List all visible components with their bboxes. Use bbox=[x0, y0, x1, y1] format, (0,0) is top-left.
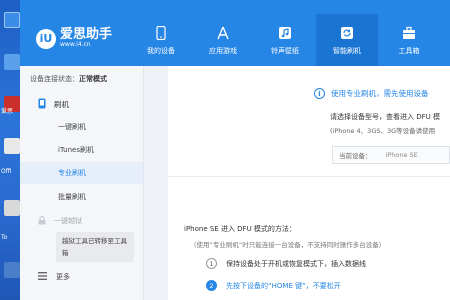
toolbox-icon bbox=[402, 26, 416, 40]
content-gutter bbox=[144, 66, 168, 300]
notice-text: 使用专业刷机，需先使用设备 bbox=[331, 89, 429, 98]
refresh-icon bbox=[340, 26, 354, 40]
sidebar-item-label: 一键刷机 bbox=[58, 123, 86, 131]
dfu-guide-title: iPhone SE 进入 DFU 模式的方法： bbox=[184, 225, 296, 233]
sidebar: 设备连接状态：正常模式 刷机 一键刷机 iTunes刷机 专业刷机 批量刷机 一… bbox=[20, 66, 144, 300]
desktop-app-icon[interactable] bbox=[4, 138, 20, 154]
logo-icon: iU bbox=[36, 28, 56, 49]
lock-icon bbox=[38, 215, 46, 227]
divider bbox=[168, 176, 450, 177]
sidebar-group-flash[interactable]: 刷机 bbox=[38, 98, 69, 111]
desktop-app-icon[interactable] bbox=[4, 12, 20, 28]
device-label: 当前设备： bbox=[339, 152, 372, 160]
nav-label: 工具箱 bbox=[398, 47, 420, 55]
step-text: 保持设备处于开机或恢复模式下，插入数据线 bbox=[226, 259, 366, 268]
nav-label: 铃声壁纸 bbox=[271, 47, 299, 55]
menu-icon bbox=[38, 272, 47, 282]
sidebar-item-pro-flash[interactable]: 专业刷机 bbox=[20, 162, 143, 184]
nav-label: 智能刷机 bbox=[333, 47, 361, 55]
sidebar-item-label: 批量刷机 bbox=[58, 193, 86, 201]
app-name: 爱思助手 bbox=[60, 27, 113, 42]
sidebar-group-label: 刷机 bbox=[54, 100, 69, 109]
desktop-icon-label: 爱思 bbox=[1, 108, 14, 115]
sidebar-more[interactable]: 更多 bbox=[38, 272, 70, 282]
select-model-hint: 请选择设备型号，查看进入 DFU 模 bbox=[330, 113, 440, 121]
nav-ringtones-wallpapers[interactable]: 铃声壁纸 bbox=[254, 14, 316, 66]
desktop-icon-label: To bbox=[1, 234, 8, 241]
step-number: 2 bbox=[206, 280, 217, 291]
music-icon bbox=[278, 26, 292, 40]
sidebar-item-jailbreak[interactable]: 一键越狱 bbox=[20, 210, 143, 232]
step-text: 先按下设备的“HOME 键”，不要松开 bbox=[226, 281, 341, 290]
desktop-icon-label: Offi bbox=[1, 168, 12, 175]
sidebar-item-one-click-flash[interactable]: 一键刷机 bbox=[20, 116, 143, 138]
sidebar-item-label: 专业刷机 bbox=[58, 169, 86, 177]
legacy-device-hint: (iPhone 4、3GS、3G等设备请使用 bbox=[330, 127, 436, 135]
status-label: 设备连接状态： bbox=[30, 75, 79, 83]
phone-small-icon bbox=[38, 98, 46, 111]
nav-label: 我的设备 bbox=[147, 47, 175, 55]
sidebar-item-label: iTunes刷机 bbox=[58, 146, 94, 154]
connection-status: 设备连接状态：正常模式 bbox=[30, 74, 107, 84]
nav-toolbox[interactable]: 工具箱 bbox=[378, 14, 440, 66]
dfu-step-active: 2 先按下设备的“HOME 键”，不要松开 bbox=[206, 280, 341, 291]
nav-apps-games[interactable]: 应用游戏 bbox=[192, 14, 254, 66]
desktop-app-icon[interactable] bbox=[4, 262, 20, 278]
jailbreak-moved-tip: 越狱工具已转移至工具箱 bbox=[56, 232, 134, 262]
sidebar-item-label: 一键越狱 bbox=[54, 217, 82, 225]
top-navigation: 我的设备 应用游戏 铃声壁纸 智能刷机 工具箱 bbox=[130, 14, 440, 66]
info-icon: i bbox=[314, 88, 325, 99]
desktop-app-icon[interactable] bbox=[4, 54, 20, 70]
app-url: www.i4.cn bbox=[60, 41, 91, 48]
sidebar-item-batch-flash[interactable]: 批量刷机 bbox=[20, 186, 143, 208]
dfu-step: 1 保持设备处于开机或恢复模式下，插入数据线 bbox=[206, 258, 366, 269]
nav-smart-flash[interactable]: 智能刷机 bbox=[316, 14, 378, 66]
sidebar-more-label: 更多 bbox=[56, 273, 70, 281]
dfu-guide-panel: iPhone SE 进入 DFU 模式的方法： （使用“专业刷机”时只能连接一台… bbox=[184, 184, 450, 300]
nav-label: 应用游戏 bbox=[209, 47, 237, 55]
sidebar-item-itunes-flash[interactable]: iTunes刷机 bbox=[20, 139, 143, 161]
main-content: i 使用专业刷机，需先使用设备 请选择设备型号，查看进入 DFU 模 (iPho… bbox=[144, 66, 450, 300]
pro-flash-notice: i 使用专业刷机，需先使用设备 bbox=[314, 88, 429, 99]
status-value: 正常模式 bbox=[79, 75, 107, 83]
dfu-guide-note: （使用“专业刷机”时只能连接一台设备，不支持同时操作多台设备） bbox=[190, 241, 386, 249]
current-device-select[interactable]: 当前设备： iPhone SE bbox=[332, 146, 450, 164]
step-number: 1 bbox=[206, 258, 217, 269]
app-header: iU 爱思助手 www.i4.cn 我的设备 应用游戏 铃声壁纸 智能刷机 工具… bbox=[20, 0, 450, 66]
desktop-app-icon[interactable] bbox=[4, 200, 20, 216]
app-window: iU 爱思助手 www.i4.cn 我的设备 应用游戏 铃声壁纸 智能刷机 工具… bbox=[20, 0, 450, 300]
appstore-icon bbox=[216, 26, 230, 40]
app-logo: iU 爱思助手 www.i4.cn bbox=[36, 28, 112, 49]
nav-my-device[interactable]: 我的设备 bbox=[130, 14, 192, 66]
device-value: iPhone SE bbox=[385, 151, 418, 159]
phone-icon bbox=[154, 26, 168, 40]
